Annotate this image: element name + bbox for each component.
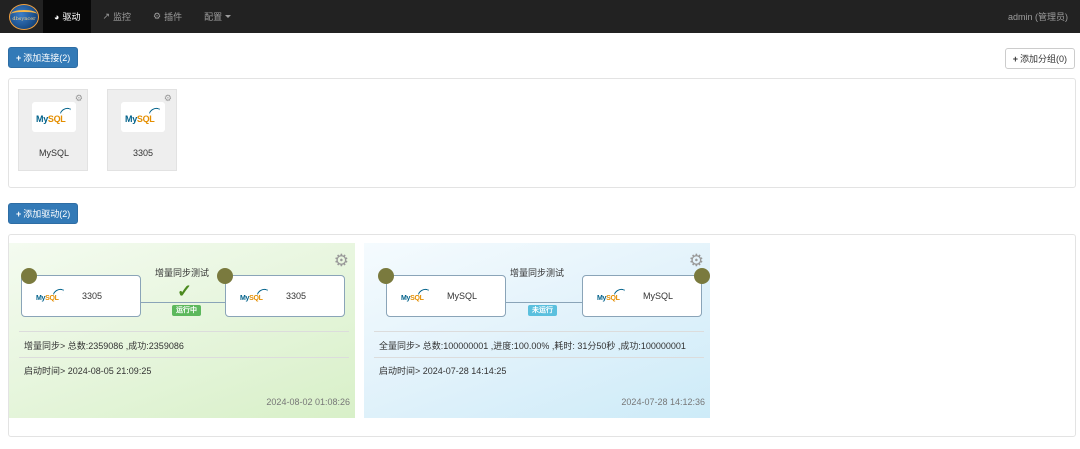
nav-item-label: 监控 [113,12,132,22]
mysql-logo: MySQL [401,286,429,302]
start-time-text: 启动时间> 2024-07-28 14:14:25 [379,366,507,376]
top-navbar: dbsyncer ◕ 驱动 ↗ 监控 ⚙ 插件 配置 admin (管理员) [0,0,1080,33]
divider [374,357,704,358]
source-connector[interactable]: MySQL MySQL [386,275,506,317]
line-chart-icon: ↗ [102,11,110,21]
mysql-logo: MySQL [36,286,64,302]
nav-item-plugin[interactable]: ⚙ 插件 [142,0,193,33]
chevron-down-icon [225,15,232,18]
source-node-dot [21,268,37,284]
driver-timestamp: 2024-08-02 01:08:26 [266,397,350,407]
button-label: 添加连接(2) [23,53,71,63]
target-node-dot [217,268,233,284]
dashboard-icon: ◕ [54,11,60,22]
divider [374,331,704,332]
target-name: 3305 [286,291,307,301]
plus-icon: + [16,52,22,63]
mysql-logo: MySQL [121,102,165,132]
driver-card[interactable]: 增量同步测试 ⚙ MySQL 3305 ✓ 运行中 MySQL 3305 增量同… [9,243,355,418]
connection-card[interactable]: ⚙ MySQL MySQL [18,89,88,171]
mysql-logo: MySQL [32,102,76,132]
check-icon: ✓ [177,281,193,301]
nav-item-label: 配置 [204,12,223,22]
source-name: 3305 [82,291,103,301]
plugin-icon: ⚙ [153,11,162,21]
driver-timestamp: 2024-07-28 14:12:36 [621,397,705,407]
target-connector[interactable]: MySQL 3305 [225,275,345,317]
sync-link-line [506,302,582,303]
button-label: 添加分组(0) [1020,54,1067,64]
nav-item-label: 驱动 [62,12,81,22]
gear-icon[interactable]: ⚙ [334,251,349,271]
plus-icon: + [16,208,22,219]
divider [19,357,349,358]
nav-item-config[interactable]: 配置 [193,0,242,33]
gear-icon[interactable]: ⚙ [164,93,172,104]
gear-icon[interactable]: ⚙ [75,93,83,104]
target-connector[interactable]: MySQL MySQL [582,275,702,317]
source-name: MySQL [447,291,478,301]
driver-card[interactable]: 增量同步测试 ⚙ MySQL MySQL 未运行 MySQL MySQL 全量同… [364,243,710,418]
nav-item-driver[interactable]: ◕ 驱动 [43,0,92,33]
status-badge: 未运行 [528,305,557,316]
plus-icon: + [1012,53,1018,64]
mysql-logo: MySQL [240,286,268,302]
source-node-dot [378,268,394,284]
target-node-dot [694,268,710,284]
divider [19,331,349,332]
mysql-logo: MySQL [597,286,625,302]
connection-card[interactable]: ⚙ MySQL 3305 [107,89,177,171]
user-menu[interactable]: admin (管理员) [1008,0,1068,33]
add-group-button[interactable]: + 添加分组(0) [1004,48,1075,69]
connection-name: 3305 [132,148,154,158]
sync-progress-text: 增量同步> 总数:2359086 ,成功:2359086 [24,341,184,351]
nav-item-monitor[interactable]: ↗ 监控 [91,0,142,33]
add-driver-button[interactable]: + 添加驱动(2) [8,203,79,224]
status-badge: 运行中 [172,305,201,316]
user-label: admin (管理员) [1007,12,1068,22]
connection-panel: ⚙ MySQL MySQL ⚙ MySQL 3305 [8,78,1076,188]
add-connection-button[interactable]: + 添加连接(2) [8,47,79,68]
connection-name: MySQL [38,148,69,158]
driver-panel: 增量同步测试 ⚙ MySQL 3305 ✓ 运行中 MySQL 3305 增量同… [8,234,1076,437]
button-label: 添加驱动(2) [23,209,71,219]
sync-progress-text: 全量同步> 总数:100000001 ,进度:100.00% ,耗时: 31分5… [379,341,686,351]
dbsyncer-logo[interactable]: dbsyncer [5,2,43,32]
start-time-text: 启动时间> 2024-08-05 21:09:25 [24,366,152,376]
target-name: MySQL [643,291,674,301]
nav-item-label: 插件 [164,12,183,22]
sync-link-line [141,302,225,303]
source-connector[interactable]: MySQL 3305 [21,275,141,317]
